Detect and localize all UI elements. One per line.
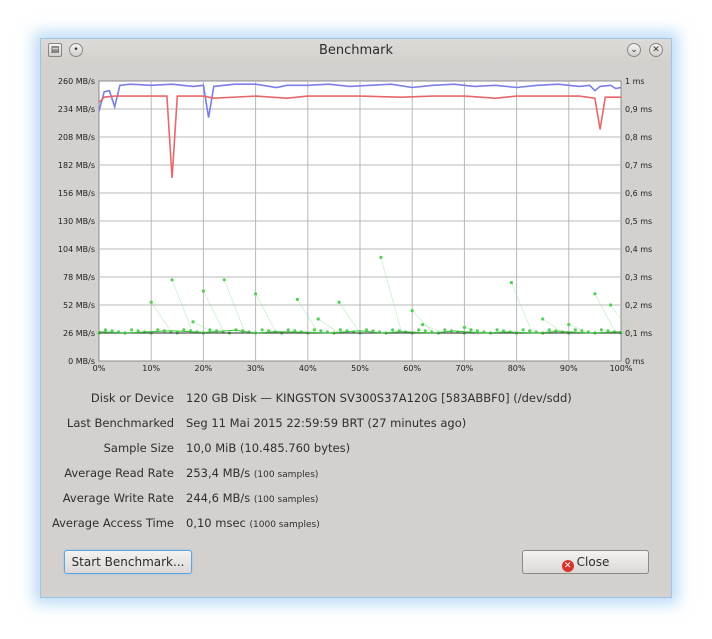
y-left-tick-label: 156 MB/s bbox=[58, 189, 95, 198]
close-circle-icon: ✕ bbox=[561, 560, 574, 572]
read-rate-value: 253,4 MB/s (100 samples) bbox=[186, 466, 318, 480]
access-time-point bbox=[593, 292, 597, 296]
read-rate-number: 253,4 MB/s bbox=[186, 466, 251, 480]
y-right-tick-label: 0,9 ms bbox=[625, 105, 652, 114]
read-rate-label: Average Read Rate bbox=[64, 466, 174, 480]
access-time-point bbox=[495, 328, 499, 332]
access-time-point bbox=[254, 292, 258, 296]
last-benchmarked-value: Seg 11 Mai 2015 22:59:59 BRT (27 minutes… bbox=[186, 416, 467, 430]
device-value: 120 GB Disk — KINGSTON SV300S37A120G [58… bbox=[186, 391, 572, 405]
access-time-point bbox=[608, 303, 613, 307]
access-time-point bbox=[170, 278, 174, 282]
access-time-point bbox=[423, 329, 427, 333]
access-time-point bbox=[391, 328, 395, 332]
y-left-tick-label: 234 MB/s bbox=[58, 105, 95, 114]
access-time-point bbox=[338, 328, 343, 332]
close-button[interactable]: ✕ Close bbox=[522, 550, 649, 574]
y-left-tick-label: 130 MB/s bbox=[58, 217, 95, 226]
y-left-tick-label: 52 MB/s bbox=[63, 301, 95, 310]
y-right-tick-label: 0,4 ms bbox=[625, 245, 652, 254]
access-time-point bbox=[567, 323, 571, 327]
access-time-point bbox=[443, 328, 447, 332]
x-tick-label: 40% bbox=[299, 364, 317, 373]
y-left-tick-label: 260 MB/s bbox=[58, 77, 95, 86]
y-right-tick-label: 0,2 ms bbox=[625, 301, 652, 310]
x-tick-label: 50% bbox=[351, 364, 369, 373]
y-left-tick-label: 182 MB/s bbox=[58, 161, 95, 170]
access-time-point bbox=[130, 328, 134, 332]
access-time-point bbox=[312, 328, 316, 332]
y-right-tick-label: 0,3 ms bbox=[625, 273, 652, 282]
close-button-label: Close bbox=[576, 555, 610, 569]
x-tick-label: 0% bbox=[93, 364, 106, 373]
access-time-point bbox=[547, 328, 551, 332]
access-time-label: Average Access Time bbox=[51, 516, 174, 530]
x-tick-label: 20% bbox=[195, 364, 213, 373]
access-time-point bbox=[286, 328, 290, 332]
x-tick-label: 90% bbox=[560, 364, 578, 373]
write-rate-number: 244,6 MB/s bbox=[186, 491, 251, 505]
write-rate-samples: (100 samples) bbox=[253, 495, 319, 505]
access-time-point bbox=[379, 255, 383, 259]
access-time-point bbox=[149, 300, 153, 304]
access-time-samples: (1000 samples) bbox=[249, 520, 320, 530]
access-time-point bbox=[208, 328, 212, 332]
y-right-tick-label: 1 ms bbox=[625, 77, 645, 86]
x-tick-label: 70% bbox=[456, 364, 474, 373]
start-benchmark-button[interactable]: Start Benchmark... bbox=[64, 550, 192, 574]
access-time-point bbox=[103, 328, 108, 332]
access-time-point bbox=[421, 323, 425, 327]
access-time-point bbox=[191, 320, 195, 324]
access-time-point bbox=[462, 325, 466, 329]
access-time-point bbox=[599, 328, 604, 332]
sample-size-value: 10,0 MiB (10.485.760 bytes) bbox=[186, 441, 351, 455]
x-tick-label: 80% bbox=[508, 364, 526, 373]
device-label: Disk or Device bbox=[90, 391, 174, 405]
benchmark-chart: 0 MB/s 0 ms26 MB/s 0,1 ms52 MB/s 0,2 ms78 M… bbox=[58, 77, 652, 373]
access-time-point bbox=[521, 328, 525, 332]
y-right-tick-label: 0,7 ms bbox=[625, 161, 652, 170]
y-left-tick-label: 78 MB/s bbox=[63, 273, 95, 282]
access-time-number: 0,10 msec bbox=[186, 516, 246, 530]
access-time-value: 0,10 msec (1000 samples) bbox=[186, 516, 320, 530]
access-time-point bbox=[573, 328, 577, 332]
last-benchmarked-label: Last Benchmarked bbox=[66, 416, 174, 430]
access-time-point bbox=[295, 297, 299, 301]
y-right-tick-label: 0,8 ms bbox=[625, 133, 652, 142]
access-time-point bbox=[316, 317, 320, 321]
y-left-tick-label: 0 MB/s bbox=[68, 357, 95, 366]
read-rate-samples: (100 samples) bbox=[253, 470, 319, 480]
access-time-point bbox=[410, 309, 414, 313]
y-left-tick-label: 26 MB/s bbox=[63, 329, 95, 338]
y-right-tick-label: 0,5 ms bbox=[625, 217, 652, 226]
access-time-point bbox=[509, 281, 513, 285]
access-time-point bbox=[222, 278, 226, 282]
benchmark-window: ▤ • Benchmark ⌄ ✕ 0 MB/s 0 ms 26 MB/s 0,1 m… bbox=[40, 38, 672, 598]
x-tick-label: 30% bbox=[247, 364, 265, 373]
x-tick-label: 100% bbox=[610, 364, 633, 373]
write-rate-label: Average Write Rate bbox=[62, 491, 174, 505]
y-right-tick-label: 0,1 ms bbox=[625, 329, 652, 338]
access-time-point bbox=[528, 329, 532, 333]
y-left-tick-label: 208 MB/s bbox=[58, 133, 95, 142]
access-time-point bbox=[319, 329, 323, 333]
access-time-point bbox=[541, 317, 545, 321]
y-left-tick-label: 104 MB/s bbox=[58, 245, 95, 254]
write-rate-value: 244,6 MB/s (100 samples) bbox=[186, 491, 318, 505]
y-right-tick-label: 0,6 ms bbox=[625, 189, 652, 198]
x-tick-label: 60% bbox=[403, 364, 421, 373]
x-tick-label: 10% bbox=[142, 364, 160, 373]
access-time-point bbox=[201, 289, 205, 293]
access-time-point bbox=[260, 328, 264, 332]
access-time-point bbox=[469, 328, 473, 332]
sample-size-label: Sample Size bbox=[103, 441, 174, 455]
access-time-point bbox=[337, 300, 341, 304]
access-time-point bbox=[417, 328, 421, 332]
